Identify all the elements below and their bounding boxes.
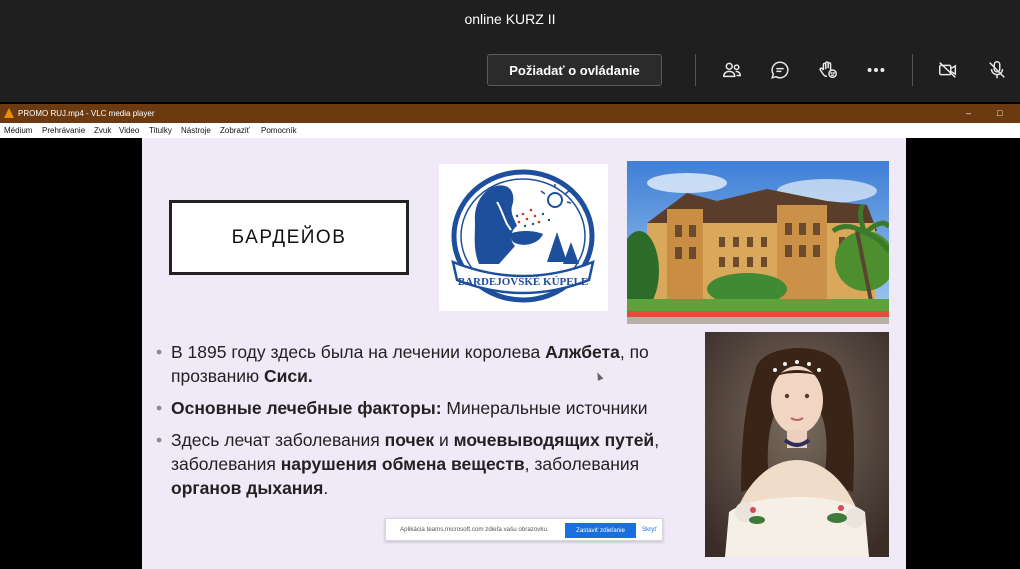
- bullet-item: Здесь лечат заболевания почек и мочевыво…: [156, 428, 696, 500]
- menu-item-help[interactable]: Pomocník: [261, 126, 297, 135]
- menu-item-playback[interactable]: Prehrávanie: [42, 126, 85, 135]
- vlc-window-title: PROMO RUJ.mp4 - VLC media player: [18, 109, 155, 118]
- bullet-text-segment: Алжбета: [545, 342, 620, 362]
- vlc-title-bar: PROMO RUJ.mp4 - VLC media player – □: [0, 104, 1020, 123]
- request-control-button[interactable]: Požiadať o ovládanie: [487, 54, 662, 86]
- hide-link[interactable]: Skryť: [642, 526, 657, 533]
- menu-item-audio[interactable]: Zvuk: [94, 126, 111, 135]
- chat-icon[interactable]: [767, 57, 793, 83]
- bullet-text-segment: , заболевания: [524, 454, 640, 474]
- camera-off-icon[interactable]: [935, 57, 961, 83]
- bullet-text-segment: Сиси.: [264, 366, 313, 386]
- presentation-slide: БАРДЕЙОВ BARDEJOVSKÉ KÚPELE • В 1895 год…: [142, 138, 906, 569]
- bullet-text-segment: Здесь лечат заболевания: [171, 430, 385, 450]
- raise-hand-icon[interactable]: [815, 57, 841, 83]
- vlc-cone-icon: [4, 108, 14, 118]
- menu-item-subtitles[interactable]: Titulky: [149, 126, 172, 135]
- stop-sharing-button[interactable]: Zastaviť zdieľanie: [565, 523, 636, 538]
- meeting-title: online KURZ II: [464, 11, 556, 27]
- bullet-text-segment: органов дыхания: [171, 478, 324, 498]
- slide-title: БАРДЕЙОВ: [169, 200, 409, 275]
- meeting-toolbar: Požiadať o ovládanie: [0, 40, 1020, 102]
- bullet-text-segment: .: [323, 478, 329, 498]
- bullet-item: В 1895 году здесь была на лечении короле…: [156, 340, 696, 388]
- bullet-text-segment: В 1895 году здесь была на лечении короле…: [171, 342, 546, 362]
- bullet-text-segment: нарушения обмена веществ: [280, 454, 525, 474]
- bullet-text-segment: Основные лечебные факторы:: [171, 398, 442, 418]
- bullet-text-segment: и: [434, 430, 454, 450]
- menu-item-media[interactable]: Médium: [4, 126, 32, 135]
- toolbar-divider: [912, 54, 913, 86]
- maximize-icon[interactable]: □: [997, 108, 1002, 118]
- teams-title-bar: online KURZ II: [0, 0, 1020, 40]
- bullet-text-segment: Минеральные источники: [441, 398, 648, 418]
- bardejov-spa-logo: BARDEJOVSKÉ KÚPELE: [439, 164, 608, 311]
- share-message: Aplikácia teams.microsoft.com zdieľa vaš…: [400, 526, 549, 533]
- toolbar-divider: [695, 54, 696, 86]
- vlc-menu-bar: Médium Prehrávanie Zvuk Video Titulky Ná…: [0, 123, 1020, 138]
- logo-text: BARDEJOVSKÉ KÚPELE: [458, 276, 589, 288]
- screen-share-notification: Aplikácia teams.microsoft.com zdieľa vaš…: [385, 518, 663, 541]
- menu-item-video[interactable]: Video: [119, 126, 139, 135]
- bullet-item: Основные лечебные факторы: Минеральные и…: [156, 396, 696, 420]
- empress-sisi-portrait: [705, 332, 889, 557]
- menu-item-view[interactable]: Zobraziť: [220, 126, 250, 135]
- mic-off-icon[interactable]: [984, 57, 1010, 83]
- spa-building-photo: [627, 161, 889, 324]
- minimize-icon[interactable]: –: [966, 108, 971, 118]
- slide-bullet-list: В 1895 году здесь была на лечении короле…: [156, 340, 696, 508]
- menu-item-tools[interactable]: Nástroje: [181, 126, 211, 135]
- more-icon[interactable]: [863, 57, 889, 83]
- bullet-text-segment: почек: [384, 430, 435, 450]
- bullet-text-segment: мочевыводящих путей: [453, 430, 655, 450]
- people-icon[interactable]: [719, 57, 745, 83]
